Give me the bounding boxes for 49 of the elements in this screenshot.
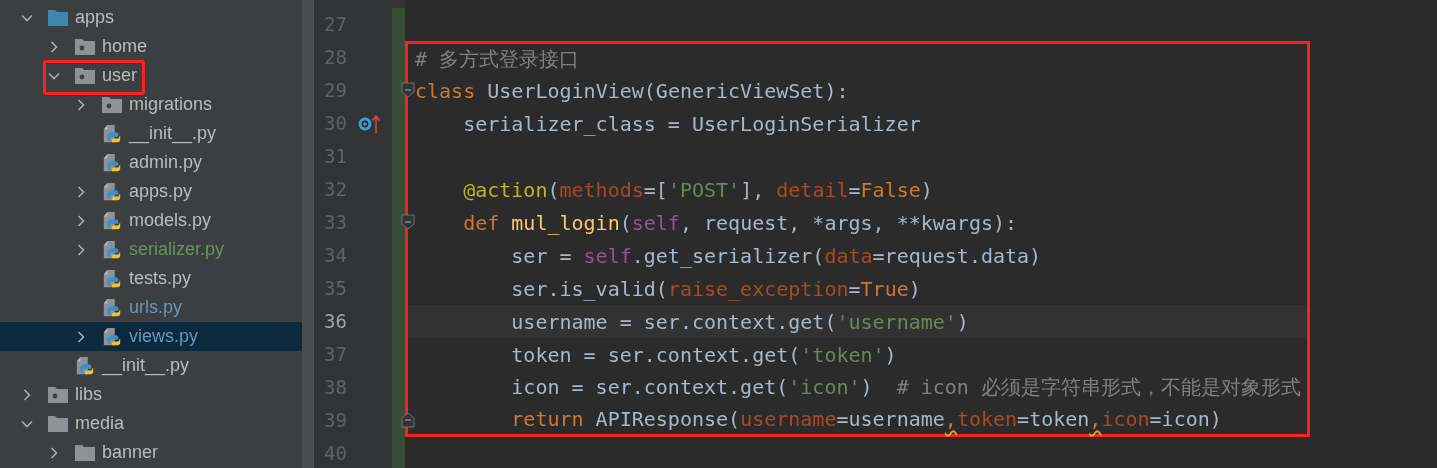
- code-line: class UserLoginView(GenericViewSet):: [415, 78, 849, 103]
- python-file-icon: [101, 210, 123, 231]
- override-marker-icon[interactable]: [356, 112, 383, 135]
- tree-item-label[interactable]: tests.py: [129, 268, 192, 289]
- folder-icon: [74, 442, 96, 463]
- code-line: # 多方式登录接口: [415, 45, 580, 73]
- python-file-icon: [101, 326, 123, 347]
- tree-item-label[interactable]: libs: [75, 384, 102, 405]
- tree-item-label[interactable]: serializer.py: [129, 239, 225, 260]
- line-number: 36: [323, 309, 347, 334]
- tree-item-label[interactable]: apps.py: [129, 181, 193, 202]
- tree-item-label[interactable]: migrations: [129, 94, 213, 115]
- tree-item-label[interactable]: home: [102, 36, 148, 57]
- tree-item-label[interactable]: apps: [75, 7, 115, 28]
- python-file-icon: [101, 123, 123, 144]
- fold-marker-icon[interactable]: [401, 82, 415, 98]
- code-line: @action(methods=['POST'], detail=False): [463, 177, 933, 202]
- code-line: token = ser.context.get('token'): [511, 342, 897, 367]
- code-line: ser.is_valid(raise_exception=True): [511, 276, 921, 301]
- python-file-icon: [101, 268, 123, 289]
- package-folder-icon: [47, 384, 69, 405]
- tree-item-label[interactable]: admin.py: [129, 152, 203, 173]
- tree-item-label[interactable]: views.py: [129, 326, 199, 347]
- scrollbar[interactable]: [302, 0, 314, 468]
- fold-marker-icon[interactable]: [401, 412, 415, 428]
- folder-icon: [47, 7, 69, 28]
- python-file-icon: [101, 152, 123, 173]
- code-line: icon = ser.context.get('icon') # icon 必须是字符串形式，不能是对象形式: [511, 374, 1301, 401]
- code-line: ser = self.get_serializer(data=request.data): [511, 243, 1042, 268]
- package-folder-icon: [74, 65, 96, 86]
- python-file-icon: [101, 181, 123, 202]
- folder-icon: [47, 413, 69, 434]
- python-file-icon: [101, 297, 123, 318]
- tree-item-label[interactable]: __init__.py: [102, 355, 190, 376]
- tree-item-label[interactable]: user: [102, 65, 137, 86]
- tree-item-label[interactable]: media: [75, 413, 125, 434]
- tree-item-label[interactable]: banner: [102, 442, 159, 463]
- tree-item-label[interactable]: __init__.py: [129, 123, 217, 144]
- code-line: serializer_class = UserLoginSerializer: [463, 111, 921, 136]
- package-folder-icon: [101, 94, 123, 115]
- python-file-icon: [74, 355, 96, 376]
- package-folder-icon: [74, 36, 96, 57]
- fold-marker-icon[interactable]: [401, 214, 415, 230]
- python-file-icon: [101, 239, 123, 260]
- tree-item-label[interactable]: models.py: [129, 210, 212, 231]
- code-line: return APIResponse(username=username,token=token,icon=icon): [511, 407, 1222, 431]
- code-line: username = ser.context.get('username'): [511, 309, 969, 334]
- code-line: def mul_login(self, request, *args, **kwargs):: [463, 210, 1018, 235]
- tree-item-label[interactable]: urls.py: [129, 297, 182, 318]
